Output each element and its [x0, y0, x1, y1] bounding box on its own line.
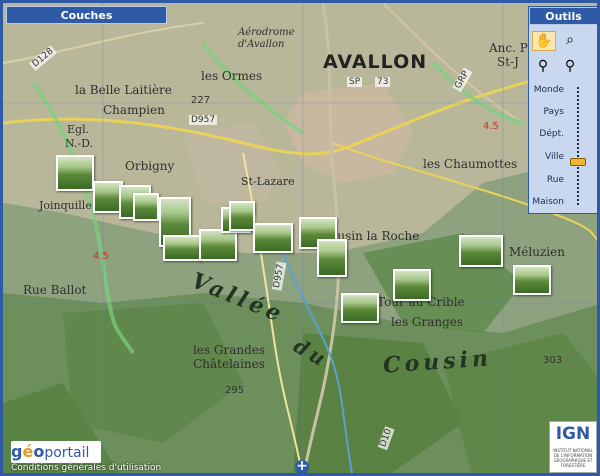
place-orbigny: Orbigny	[125, 159, 175, 173]
ign-subtitle: INSTITUT NATIONAL DE L'INFORMATION GÉOGR…	[553, 448, 593, 468]
place-st-lazare: St-Lazare	[241, 175, 295, 188]
zoom-level-maison[interactable]: Maison	[528, 197, 564, 207]
layers-panel-header[interactable]: Couches	[6, 6, 167, 24]
zoom-slider-thumb[interactable]	[570, 158, 586, 166]
zoom-level-monde[interactable]: Monde	[528, 85, 564, 95]
place-avallon: AVALLON	[323, 51, 428, 73]
place-anc-p: Anc. P	[489, 41, 528, 55]
map-viewport[interactable]: Aérodrome d'Avallon AVALLON Anc. P St-J …	[0, 0, 600, 476]
photo-thumbnail[interactable]	[56, 155, 94, 191]
tools-panel: Outils ✋ ⌕ ⚲ ⚲ Monde Pays Dépt. Ville Ru…	[528, 6, 597, 214]
place-les-ormes: les Ormes	[201, 69, 263, 83]
elevation-4-5-a: 4.5	[483, 121, 499, 132]
elevation-227: 227	[191, 95, 211, 106]
place-egl: Egl.	[67, 123, 90, 136]
ign-logo[interactable]: IGN INSTITUT NATIONAL DE L'INFORMATION G…	[549, 421, 597, 473]
zoom-tool-icon[interactable]: ⌕	[559, 31, 581, 49]
tools-panel-header: Outils	[529, 7, 597, 25]
zoom-level-rue[interactable]: Rue	[528, 175, 564, 185]
place-meluzien: Méluzien	[509, 245, 565, 259]
photo-thumbnail[interactable]	[317, 239, 347, 277]
place-grandes-chatelaines: les Grandes Châtelaines	[192, 343, 266, 371]
tools-panel-title: Outils	[545, 10, 582, 23]
photo-thumbnail[interactable]	[513, 265, 551, 295]
zoom-scale-track[interactable]	[577, 87, 583, 205]
place-st-j: St-J	[497, 55, 519, 69]
expand-plus-button[interactable]: +	[295, 459, 309, 473]
photo-thumbnail[interactable]	[393, 269, 431, 301]
road-label-73: 73	[375, 77, 391, 87]
place-chaumottes: les Chaumottes	[423, 157, 518, 171]
photo-thumbnail[interactable]	[253, 223, 293, 253]
elevation-4-5-b: 4.5	[93, 251, 109, 262]
place-les-granges: les Granges	[391, 315, 464, 329]
photo-thumbnail[interactable]	[229, 201, 255, 231]
binoculars-2d-icon[interactable]: ⚲	[559, 57, 581, 75]
zoom-level-ville[interactable]: Ville	[528, 152, 564, 162]
place-nd: N.-D.	[65, 137, 94, 150]
pan-hand-icon[interactable]: ✋	[532, 31, 556, 51]
zoom-level-dept[interactable]: Dépt.	[528, 129, 564, 139]
place-champien: Champien	[103, 103, 165, 117]
place-joinquille: Joinquille	[39, 199, 92, 212]
place-belle-laitiere: la Belle Laitière	[75, 83, 172, 97]
binoculars-icon[interactable]: ⚲	[532, 57, 554, 75]
ign-brand: IGN	[555, 424, 591, 444]
terms-link[interactable]: Conditions générales d'utilisation	[11, 463, 161, 473]
photo-thumbnail[interactable]	[199, 229, 237, 261]
road-label-sp: SP	[347, 77, 363, 87]
photo-thumbnail[interactable]	[133, 193, 159, 221]
road-label-d957-a: D957	[189, 115, 218, 125]
zoom-level-pays[interactable]: Pays	[528, 107, 564, 117]
elevation-295: 295	[225, 385, 245, 396]
layers-panel-title: Couches	[60, 9, 113, 22]
photo-thumbnail[interactable]	[459, 235, 503, 267]
elevation-303: 303	[543, 355, 563, 366]
geoportail-logo[interactable]: géoportail	[11, 441, 101, 463]
photo-thumbnail[interactable]	[163, 235, 201, 261]
photo-thumbnail[interactable]	[341, 293, 379, 323]
place-rue-ballot: Rue Ballot	[23, 283, 87, 297]
place-aerodrome: Aérodrome d'Avallon	[238, 27, 295, 50]
